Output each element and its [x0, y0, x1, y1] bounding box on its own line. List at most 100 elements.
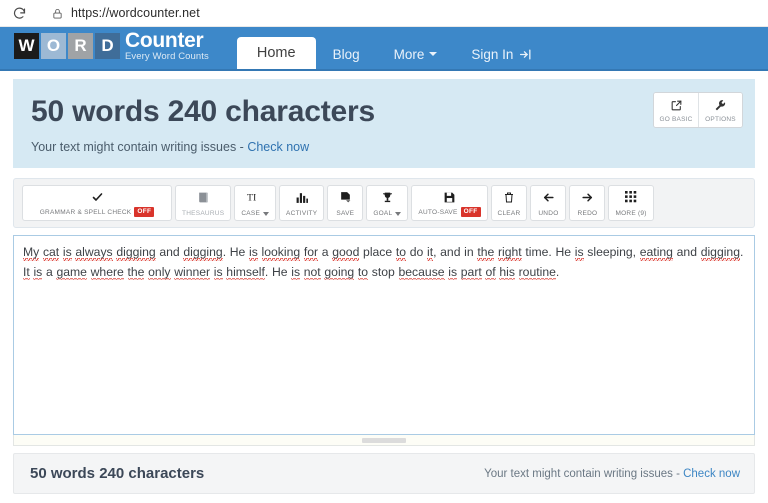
clear-button[interactable]: CLEAR: [490, 185, 528, 221]
checkmark-icon: [91, 190, 104, 204]
check-now-link[interactable]: Check now: [247, 140, 309, 154]
goal-label: GOAL: [373, 210, 402, 217]
nav-item-blog-label: Blog: [332, 46, 360, 62]
reload-icon[interactable]: [6, 2, 32, 24]
editor-text-run: stop: [368, 264, 399, 279]
main-nav: Home Blog More Sign In: [236, 27, 550, 69]
external-link-icon: [670, 98, 683, 113]
editor-text-run: and: [155, 245, 184, 259]
misspelled-word: digging: [116, 245, 156, 261]
save-button[interactable]: SAVE: [327, 185, 364, 221]
misspelled-word: digging: [183, 245, 223, 261]
trash-icon: [503, 190, 515, 204]
nav-item-home-label: Home: [256, 45, 296, 61]
address-bar[interactable]: https://wordcounter.net: [38, 1, 768, 25]
editor-text-run: time. He: [521, 245, 575, 259]
nav-item-more-label: More: [393, 46, 425, 62]
status-issues-text: Your text might contain writing issues -: [484, 467, 684, 480]
chevron-down-icon: [429, 52, 438, 56]
more-button[interactable]: MORE (9): [608, 185, 654, 221]
misspelled-word: is: [213, 264, 223, 280]
editor-resize-strip[interactable]: [13, 435, 755, 446]
site-logo[interactable]: W O R D Counter Every Word Counts: [14, 27, 209, 69]
nav-item-sign-in-label: Sign In: [471, 46, 514, 62]
misspelled-word: himself: [226, 264, 265, 280]
browser-toolbar: https://wordcounter.net: [0, 0, 768, 27]
editor-text-run: a: [42, 264, 57, 279]
logo-letter-r: R: [68, 33, 93, 59]
page-body: 50 words 240 characters Your text might …: [0, 71, 768, 494]
redo-button[interactable]: REDO: [569, 185, 606, 221]
nav-item-home[interactable]: Home: [236, 37, 316, 69]
activity-button[interactable]: ACTIVITY: [279, 185, 325, 221]
misspelled-word: for: [303, 245, 319, 261]
nav-item-sign-in[interactable]: Sign In: [454, 39, 549, 69]
auto-save-text: AUTO-SAVE: [418, 208, 458, 216]
editor-container: My cat is always digging and digging. He…: [13, 235, 755, 446]
grammar-status-badge: OFF: [134, 207, 155, 217]
go-basic-label: GO BASIC: [659, 116, 693, 123]
misspelled-word: is: [448, 264, 458, 280]
misspelled-word: to: [357, 264, 369, 280]
count-info-panel: 50 words 240 characters Your text might …: [13, 79, 755, 168]
padlock-icon: [52, 7, 63, 20]
misspelled-word: game: [56, 264, 87, 280]
nav-item-more[interactable]: More: [377, 39, 455, 69]
resize-handle[interactable]: [362, 437, 406, 443]
nav-item-blog[interactable]: Blog: [316, 39, 377, 69]
go-basic-button[interactable]: GO BASIC: [654, 93, 698, 127]
activity-label: ACTIVITY: [286, 210, 318, 217]
misspelled-word: looking: [261, 245, 301, 261]
goal-text: GOAL: [373, 210, 393, 217]
misspelled-word: digging: [700, 245, 740, 261]
options-button[interactable]: OPTIONS: [698, 93, 742, 127]
svg-text:TI: TI: [247, 192, 256, 203]
auto-save-button[interactable]: AUTO-SAVE OFF: [411, 185, 488, 221]
logo-tagline: Every Word Counts: [125, 50, 209, 62]
arrow-left-icon: [541, 190, 556, 204]
grammar-spell-check-button[interactable]: GRAMMAR & SPELL CHECK OFF: [22, 185, 172, 221]
text-editor[interactable]: My cat is always digging and digging. He…: [13, 235, 755, 435]
misspelled-word: good: [332, 245, 360, 261]
editor-text-run: and: [672, 245, 701, 259]
case-text: CASE: [241, 210, 261, 217]
misspelled-word: My: [23, 245, 40, 261]
editor-text-run: .: [740, 245, 744, 259]
floppy-disk-icon: [443, 190, 456, 204]
misspelled-word: his: [499, 264, 515, 280]
editor-content[interactable]: My cat is always digging and digging. He…: [23, 243, 745, 282]
book-icon: [197, 190, 210, 204]
thesaurus-button[interactable]: THESAURUS: [175, 185, 232, 221]
misspelled-word: It: [23, 264, 30, 280]
editor-text-run: .: [555, 264, 560, 279]
misspelled-word: part: [460, 264, 482, 280]
editor-text-run: [124, 265, 128, 279]
case-button[interactable]: TI CASE: [234, 185, 277, 221]
misspelled-word: is: [33, 264, 43, 280]
misspelled-word: routine: [518, 264, 556, 280]
bar-chart-icon: [295, 190, 309, 204]
status-issues-notice: Your text might contain writing issues -…: [484, 468, 740, 480]
editor-text-run: , and in: [433, 245, 478, 259]
logo-letter-d: D: [95, 33, 120, 59]
clear-label: CLEAR: [497, 210, 521, 217]
text-case-icon: TI: [247, 190, 263, 204]
arrow-right-icon: [580, 190, 595, 204]
editor-text-run: do: [406, 245, 427, 259]
grammar-spell-check-text: GRAMMAR & SPELL CHECK: [39, 208, 132, 216]
misspelled-word: is: [62, 245, 72, 261]
status-check-now-link[interactable]: Check now: [683, 468, 740, 480]
goal-button[interactable]: GOAL: [366, 185, 409, 221]
editor-text-run: sleeping,: [583, 245, 640, 259]
misspelled-word: the: [477, 245, 495, 261]
misspelled-word: is: [574, 245, 584, 261]
sign-in-icon: [519, 48, 532, 61]
misspelled-word: is: [249, 245, 258, 261]
options-label: OPTIONS: [705, 116, 736, 123]
grammar-spell-check-label: GRAMMAR & SPELL CHECK OFF: [40, 207, 155, 217]
editor-text-run: . He: [222, 245, 250, 259]
writing-issues-text: Your text might contain writing issues -: [31, 140, 248, 154]
undo-button[interactable]: UNDO: [530, 185, 567, 221]
save-label: SAVE: [336, 210, 355, 217]
misspelled-word: going: [324, 264, 355, 280]
